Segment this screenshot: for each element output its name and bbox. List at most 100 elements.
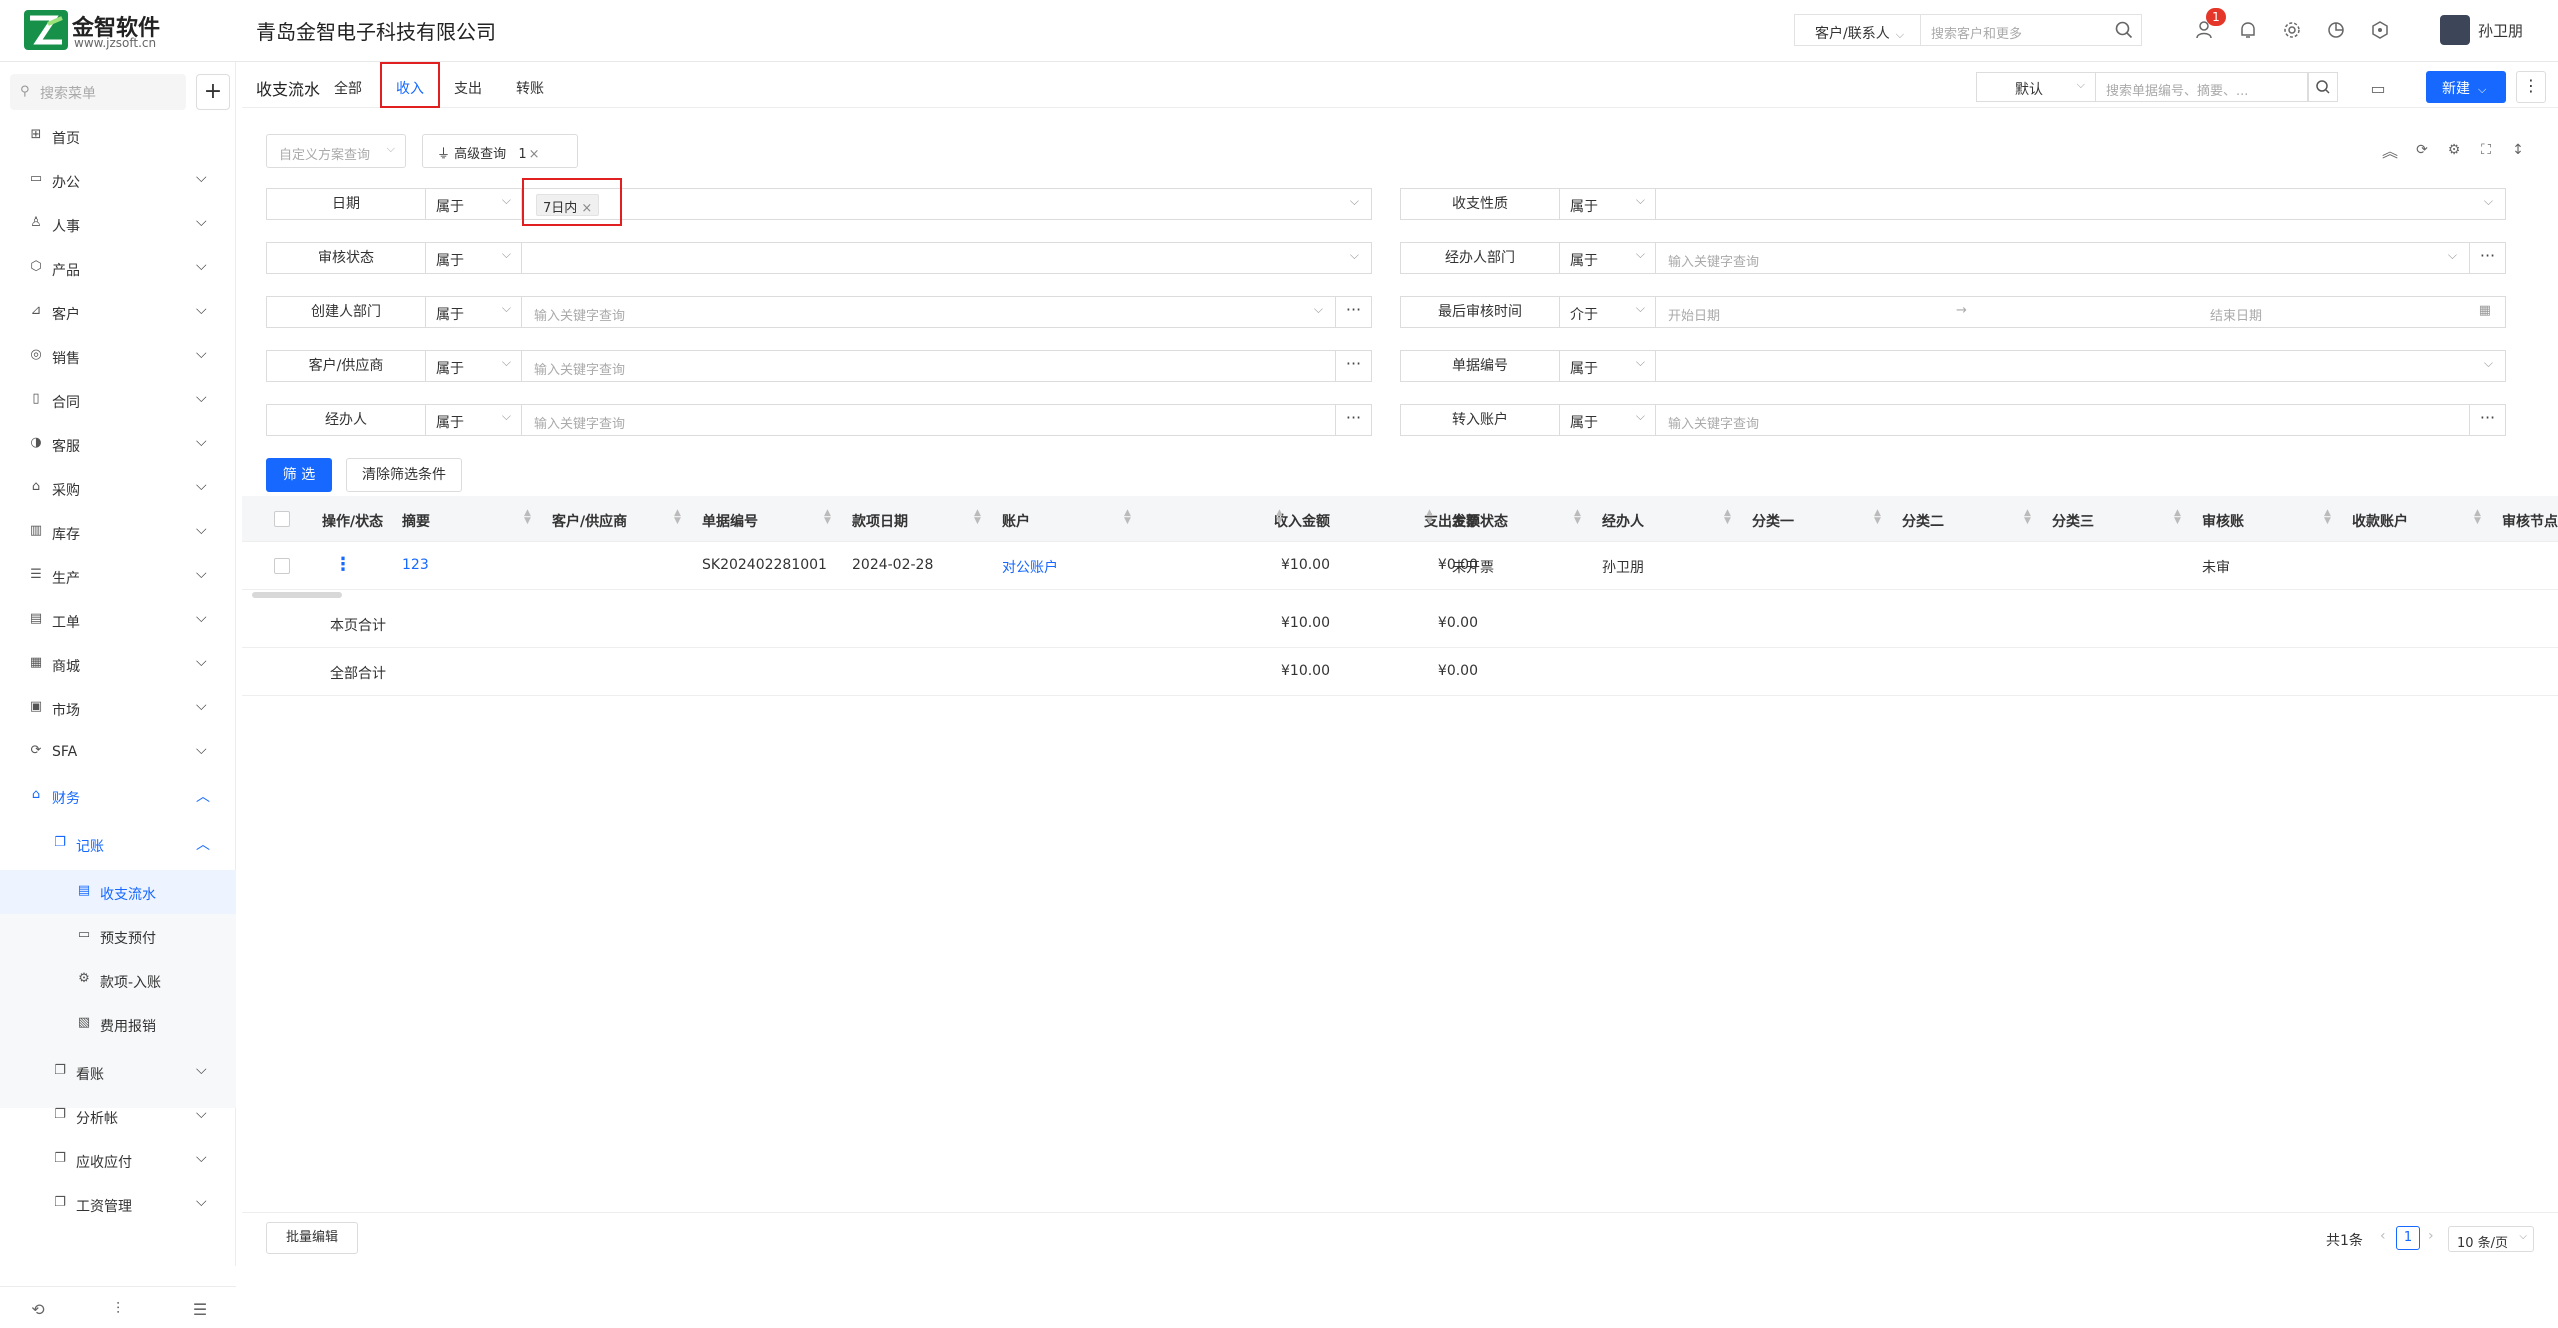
sidebar-item-market[interactable]: ▣ 市场 ⌵: [0, 686, 236, 730]
collapse-menu-icon[interactable]: ☰: [188, 1297, 212, 1321]
gear-icon[interactable]: [2278, 16, 2306, 44]
sort-icon[interactable]: ▲ ▼: [974, 509, 981, 526]
table-row[interactable]: ⋮ 123 SK202402281001 2024-02-28 对公账户 ¥10…: [242, 542, 2558, 590]
filter-value-creator-dept[interactable]: 输入关键字查询: [522, 296, 1336, 328]
sort-icon[interactable]: ▲ ▼: [1426, 509, 1433, 526]
filter-op-doc-no[interactable]: 属于: [1560, 350, 1656, 382]
more-dots-button[interactable]: ···: [1336, 296, 1372, 328]
col-header[interactable]: 分类一: [1752, 511, 1794, 531]
filter-value-handler-dept[interactable]: 输入关键字查询: [1656, 242, 2470, 274]
sort-icon[interactable]: ▲ ▼: [1574, 509, 1581, 526]
sidebar-item-product[interactable]: ⬡ 产品 ⌵: [0, 246, 236, 290]
global-search-input[interactable]: 搜索客户和更多: [1920, 14, 2142, 46]
advanced-query-button[interactable]: ⏚ 高级查询 1 ×: [422, 134, 578, 168]
col-header[interactable]: 款项日期: [852, 511, 908, 531]
col-header[interactable]: 发票状态: [1452, 511, 1508, 531]
filter-op-nature[interactable]: 属于: [1560, 188, 1656, 220]
custom-query-select[interactable]: 自定义方案查询 ⌵: [266, 134, 406, 168]
filter-value-doc-no[interactable]: [1656, 350, 2506, 382]
filter-op-customer-supplier[interactable]: 属于: [426, 350, 522, 382]
avatar[interactable]: [2440, 15, 2470, 45]
horizontal-scrollbar[interactable]: [252, 592, 342, 598]
sidebar-item-customer[interactable]: ⊿ 客户 ⌵: [0, 290, 236, 334]
bell-icon[interactable]: [2234, 16, 2262, 44]
date-range-picker[interactable]: 开始日期 → 结束日期 ▦: [1656, 296, 2506, 328]
sidebar-item-receivable[interactable]: ❐ 应收应付 ⌵: [0, 1138, 236, 1182]
col-header[interactable]: 分类三: [2052, 511, 2094, 531]
sort-icon[interactable]: ▲ ▼: [1874, 509, 1881, 526]
col-header[interactable]: 审核节点: [2502, 511, 2558, 531]
sidebar-item-home[interactable]: ⊞ 首页: [0, 114, 236, 158]
sort-icon[interactable]: ▲ ▼: [2024, 509, 2031, 526]
filter-op-transfer-account[interactable]: 属于: [1560, 404, 1656, 436]
sort-icon[interactable]: ▲ ▼: [1724, 509, 1731, 526]
filter-op-handler[interactable]: 属于: [426, 404, 522, 436]
sort-icon[interactable]: ▲ ▼: [524, 509, 531, 526]
column-height-icon[interactable]: ↕: [2506, 138, 2530, 162]
sidebar-item-office[interactable]: ▭ 办公 ⌵: [0, 158, 236, 202]
col-header[interactable]: 客户/供应商: [552, 511, 627, 531]
end-date-input[interactable]: 结束日期: [2210, 305, 2262, 324]
more-dots-button[interactable]: ···: [2470, 404, 2506, 436]
select-all-checkbox[interactable]: [274, 511, 290, 527]
clear-filters-button[interactable]: 清除筛选条件: [346, 458, 462, 492]
sidebar-item-workorder[interactable]: ▤ 工单 ⌵: [0, 598, 236, 642]
col-header[interactable]: 收入金额: [1212, 511, 1330, 531]
sort-icon[interactable]: ▲ ▼: [2324, 509, 2331, 526]
sidebar-item-inventory[interactable]: ▥ 库存 ⌵: [0, 510, 236, 554]
filter-op-last-audit-time[interactable]: 介于: [1560, 296, 1656, 328]
col-header[interactable]: 摘要: [402, 511, 430, 531]
start-date-input[interactable]: 开始日期: [1668, 309, 1720, 324]
sidebar-item-salary[interactable]: ❐ 工资管理 ⌵: [0, 1182, 236, 1226]
sidebar-item-income-expense-flow[interactable]: ▤ 收支流水: [0, 870, 236, 914]
sort-icon[interactable]: ▲ ▼: [824, 509, 831, 526]
filter-op-audit-status[interactable]: 属于: [426, 242, 522, 274]
col-header[interactable]: 单据编号: [702, 511, 758, 531]
sidebar-item-mall[interactable]: ▦ 商城 ⌵: [0, 642, 236, 686]
sidebar-item-expense-claim[interactable]: ▧ 费用报销: [0, 1002, 236, 1046]
tab-all[interactable]: 全部: [334, 78, 362, 98]
chart-pie-icon[interactable]: [2322, 16, 2350, 44]
more-dots-button[interactable]: ···: [1336, 404, 1372, 436]
sidebar-item-sales[interactable]: ◎ 销售 ⌵: [0, 334, 236, 378]
batch-edit-button[interactable]: 批量编辑: [266, 1222, 358, 1254]
filter-submit-button[interactable]: 筛 选: [266, 458, 332, 492]
document-search-input[interactable]: 搜索单据编号、摘要、...: [2096, 72, 2308, 102]
col-header[interactable]: 收款账户: [2352, 511, 2408, 531]
filter-op-date[interactable]: 属于: [426, 188, 522, 220]
page-size-select[interactable]: 10 条/页 ⌵: [2448, 1226, 2534, 1252]
tab-expense[interactable]: 支出: [454, 78, 482, 98]
sidebar-item-view-accounts[interactable]: ❐ 看账 ⌵: [0, 1050, 236, 1094]
prev-page-icon[interactable]: ‹: [2380, 1228, 2386, 1244]
sidebar-item-advance[interactable]: ▭ 预支预付: [0, 914, 236, 958]
sidebar-item-payment-entry[interactable]: ⚙ 款项-入账: [0, 958, 236, 1002]
sidebar-item-finance[interactable]: ⌂ 财务 ︿: [0, 774, 236, 818]
sidebar-item-analysis[interactable]: ❐ 分析帐 ⌵: [0, 1094, 236, 1138]
more-dots-button[interactable]: ···: [1336, 350, 1372, 382]
search-icon[interactable]: [2110, 16, 2138, 44]
tab-transfer[interactable]: 转账: [516, 78, 544, 98]
filter-settings-icon[interactable]: ⫶: [106, 1297, 130, 1321]
filter-value-nature[interactable]: [1656, 188, 2506, 220]
col-header[interactable]: 分类二: [1902, 511, 1944, 531]
new-button[interactable]: 新建 ⌵: [2426, 71, 2506, 103]
search-scope-select[interactable]: 客户/联系人 ⌵: [1794, 14, 1920, 46]
sidebar-item-sfa[interactable]: ⟳ SFA ⌵: [0, 730, 236, 774]
row-actions-icon[interactable]: ⋮: [334, 554, 352, 575]
cell-account[interactable]: 对公账户: [1002, 557, 1058, 577]
sort-icon[interactable]: ▲ ▼: [1124, 509, 1131, 526]
col-header[interactable]: 审核账: [2202, 511, 2244, 531]
sidebar-item-support[interactable]: ◑ 客服 ⌵: [0, 422, 236, 466]
fullscreen-icon[interactable]: ⛶: [2474, 138, 2498, 162]
next-page-icon[interactable]: ›: [2428, 1228, 2434, 1244]
sort-icon[interactable]: ▲ ▼: [2174, 509, 2181, 526]
page-number-current[interactable]: 1: [2396, 1226, 2420, 1250]
collapse-up-icon[interactable]: ︽: [2378, 138, 2402, 162]
filter-op-handler-dept[interactable]: 属于: [1560, 242, 1656, 274]
filter-value-audit-status[interactable]: [522, 242, 1372, 274]
filter-value-transfer-account[interactable]: 输入关键字查询: [1656, 404, 2470, 436]
print-icon[interactable]: ▭: [2364, 74, 2392, 102]
filter-value-handler[interactable]: 输入关键字查询: [522, 404, 1336, 436]
cell-summary[interactable]: 123: [402, 557, 429, 573]
filter-value-date[interactable]: 7日内 ×: [522, 188, 1372, 220]
